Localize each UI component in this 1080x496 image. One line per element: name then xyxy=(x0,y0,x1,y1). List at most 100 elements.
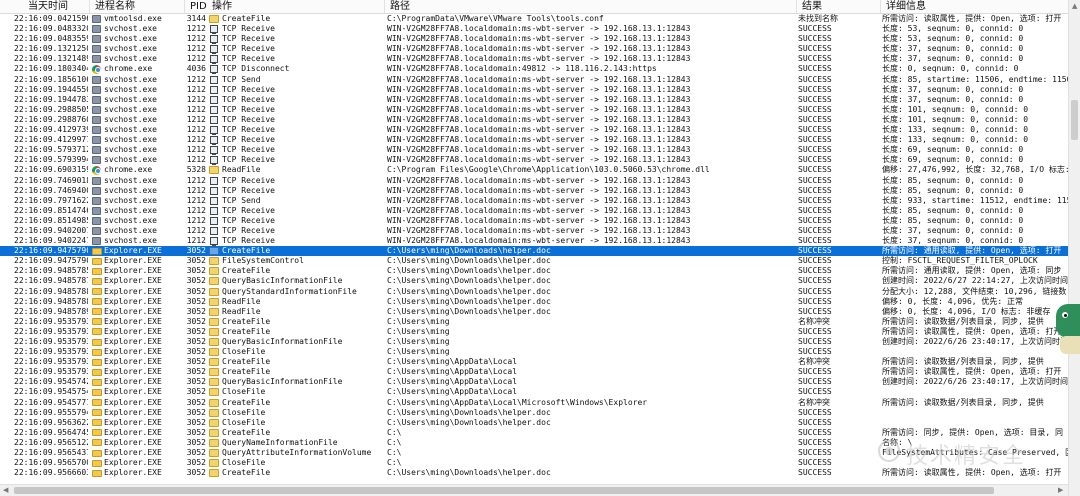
cell-time: 22:16:09.9402247 xyxy=(14,236,88,246)
column-header-process[interactable]: 进程名称 xyxy=(95,0,135,13)
column-divider[interactable] xyxy=(796,0,797,13)
horizontal-scroll-thumb[interactable] xyxy=(14,487,994,494)
cell-path: C:\Users\ming xyxy=(387,316,450,326)
cell-detail: 长度: 37, seqnum: 0, connid: 0 xyxy=(882,84,1024,94)
table-row[interactable]: 22:16:09.9565437 Explorer.EXE 3052 QueryAtt… xyxy=(0,448,1068,458)
table-row[interactable]: 22:16:09.9485785 Explorer.EXE 3052 CreateFi… xyxy=(0,266,1068,276)
cell-process: Explorer.EXE xyxy=(104,377,162,387)
cell-time: 22:16:09.7469018 xyxy=(14,175,88,185)
table-row[interactable]: 22:16:09.9545754 Explorer.EXE 3052 CloseFil… xyxy=(0,387,1068,397)
cell-path: WIN-V2GM28FF7A8.localdomain:ms-wbt-serve… xyxy=(387,175,691,185)
table-row[interactable]: 22:16:09.9545771 Explorer.EXE 3052 CreateFi… xyxy=(0,398,1068,408)
cell-detail: 长度: 37, seqnum: 0, connid: 0 xyxy=(882,225,1024,235)
file-icon xyxy=(209,438,219,447)
cell-pid: 1212 xyxy=(186,104,206,114)
table-row[interactable]: 22:16:09.0421596 vmtoolsd.exe 3144 CreateFi… xyxy=(0,14,1068,24)
cell-result: SUCCESS xyxy=(798,337,832,346)
cell-time: 22:16:09.9535793 xyxy=(14,326,88,336)
table-row[interactable]: 22:16:09.1944550 svchost.exe 1212 TCP Recei… xyxy=(0,85,1068,95)
table-row[interactable]: 22:16:09.9564745 Explorer.EXE 3052 CreateFi… xyxy=(0,428,1068,438)
vertical-scrollbar[interactable]: ▲ xyxy=(1068,0,1080,496)
cell-process: svchost.exe xyxy=(104,195,157,205)
table-row[interactable]: 22:16:09.9563622 Explorer.EXE 3052 CloseFil… xyxy=(0,418,1068,428)
horizontal-scrollbar[interactable]: ◀ ▶ xyxy=(0,484,1068,496)
table-row[interactable]: 22:16:09.0483320 svchost.exe 1212 TCP Recei… xyxy=(0,24,1068,34)
cell-result: SUCCESS xyxy=(798,84,832,94)
column-divider[interactable] xyxy=(89,0,90,13)
column-header-pid[interactable]: PID xyxy=(190,0,207,13)
cell-result: SUCCESS xyxy=(798,448,832,458)
cell-pid: 3052 xyxy=(186,407,206,417)
table-row[interactable]: 22:16:09.1944783 svchost.exe 1212 TCP Recei… xyxy=(0,95,1068,105)
table-row[interactable]: 22:16:09.9555794 Explorer.EXE 3052 CloseFil… xyxy=(0,408,1068,418)
table-row[interactable]: 22:16:09.9485787 Explorer.EXE 3052 QueryBas… xyxy=(0,276,1068,286)
table-row[interactable]: 22:16:09.6903159 chrome.exe 5328 ReadFile C:… xyxy=(0,165,1068,175)
cell-path: WIN-V2GM28FF7A8.localdomain:ms-wbt-serve… xyxy=(387,225,691,235)
table-row-selected[interactable]: 22:16:09.9475790 Explorer.EXE 3052 CreateFi… xyxy=(0,246,1068,257)
cell-detail: 长度: 53, seqnum: 0, connid: 0 xyxy=(882,34,1024,44)
table-row[interactable]: 22:16:09.4129739 svchost.exe 1212 TCP Recei… xyxy=(0,125,1068,135)
table-row[interactable]: 22:16:09.2988505 svchost.exe 1212 TCP Recei… xyxy=(0,105,1068,115)
table-row[interactable]: 22:16:09.5793712 svchost.exe 1212 TCP Recei… xyxy=(0,145,1068,155)
column-divider[interactable] xyxy=(384,0,385,13)
cell-operation: TCP Receive xyxy=(222,175,275,185)
table-row[interactable]: 22:16:09.9535793 Explorer.EXE 3052 CreateFi… xyxy=(0,327,1068,337)
explorer-icon xyxy=(91,277,102,286)
table-row[interactable]: 22:16:09.8514746 svchost.exe 1212 TCP Recei… xyxy=(0,206,1068,216)
scroll-left-icon[interactable]: ◀ xyxy=(3,485,8,495)
file-icon xyxy=(209,378,219,387)
table-row[interactable]: 22:16:09.9535793 Explorer.EXE 3052 CreateFi… xyxy=(0,367,1068,377)
cell-time: 22:16:09.9555794 xyxy=(14,407,88,417)
table-row[interactable]: 22:16:09.9485789 Explorer.EXE 3052 ReadFile… xyxy=(0,307,1068,317)
scroll-up-icon[interactable]: ▲ xyxy=(1072,1,1077,11)
column-header-detail[interactable]: 详细信息 xyxy=(886,0,926,13)
table-row[interactable]: 22:16:09.2988760 svchost.exe 1212 TCP Recei… xyxy=(0,115,1068,125)
table-row[interactable]: 22:16:09.9402247 svchost.exe 1212 TCP Recei… xyxy=(0,236,1068,246)
table-row[interactable]: 22:16:09.1321489 svchost.exe 1212 TCP Recei… xyxy=(0,54,1068,64)
cell-time: 22:16:09.9563622 xyxy=(14,417,88,427)
column-divider[interactable] xyxy=(184,0,185,13)
table-row[interactable]: 22:16:09.9565122 Explorer.EXE 3052 QueryNam… xyxy=(0,438,1068,448)
cell-path: WIN-V2GM28FF7A8.localdomain:ms-wbt-serve… xyxy=(387,125,691,135)
column-header-operation[interactable]: 操作 xyxy=(212,0,232,13)
table-row[interactable]: 22:16:09.8514985 svchost.exe 1212 TCP Recei… xyxy=(0,216,1068,226)
table-row[interactable]: 22:16:09.7469018 svchost.exe 1212 TCP Recei… xyxy=(0,176,1068,186)
cell-time: 22:16:09.1803404 xyxy=(14,64,88,74)
table-row[interactable]: 22:16:09.9485788 Explorer.EXE 3052 QuerySta… xyxy=(0,287,1068,297)
table-row[interactable]: 22:16:09.9535793 Explorer.EXE 3052 QueryBas… xyxy=(0,337,1068,347)
table-row[interactable]: 22:16:09.5793994 svchost.exe 1212 TCP Recei… xyxy=(0,155,1068,165)
table-row[interactable]: 22:16:09.9566603 Explorer.EXE 3052 CreateFi… xyxy=(0,468,1068,478)
column-header-time[interactable]: 当天时间 xyxy=(28,0,68,13)
cell-time: 22:16:09.9535793 xyxy=(14,367,88,377)
column-divider[interactable] xyxy=(880,0,881,13)
cell-pid: 1212 xyxy=(186,84,206,94)
cell-path: WIN-V2GM28FF7A8.localdomain:ms-wbt-serve… xyxy=(387,104,691,114)
table-row[interactable]: 22:16:09.9475790 Explorer.EXE 3052 FileSyst… xyxy=(0,256,1068,266)
table-row[interactable]: 22:16:09.9402007 svchost.exe 1212 TCP Recei… xyxy=(0,226,1068,236)
table-row[interactable]: 22:16:09.7469400 svchost.exe 1212 TCP Recei… xyxy=(0,186,1068,196)
table-row[interactable]: 22:16:09.9485788 Explorer.EXE 3052 ReadFile… xyxy=(0,297,1068,307)
column-header-path[interactable]: 路径 xyxy=(390,0,410,13)
table-row[interactable]: 22:16:09.7971622 svchost.exe 1212 TCP Send W… xyxy=(0,196,1068,206)
table-row[interactable]: 22:16:09.1856106 svchost.exe 1212 TCP Send W… xyxy=(0,75,1068,85)
cell-time: 22:16:09.0421596 xyxy=(14,14,88,23)
column-header-result[interactable]: 结果 xyxy=(802,0,822,13)
cell-pid: 3052 xyxy=(186,266,206,276)
vertical-scroll-thumb[interactable] xyxy=(1071,100,1078,140)
table-row[interactable]: 22:16:09.9565700 Explorer.EXE 3052 CloseFil… xyxy=(0,458,1068,468)
table-row[interactable]: 22:16:09.9535793 Explorer.EXE 3052 CreateFi… xyxy=(0,317,1068,327)
cell-time: 22:16:09.1321250 xyxy=(14,44,88,54)
table-row[interactable]: 22:16:09.9535793 Explorer.EXE 3052 CloseFil… xyxy=(0,347,1068,357)
cell-detail: 长度: 85, seqnum: 0, connid: 0 xyxy=(882,185,1024,195)
table-row[interactable]: 22:16:09.1803404 chrome.exe 4036 TCP Discon… xyxy=(0,64,1068,74)
cell-detail: 所需访问: 读取属性, 提供: Open, 选项: 打开 xyxy=(882,14,1062,23)
scroll-right-icon[interactable]: ▶ xyxy=(1058,485,1063,495)
table-row[interactable]: 22:16:09.4129977 svchost.exe 1212 TCP Recei… xyxy=(0,135,1068,145)
table-row[interactable]: 22:16:09.1321250 svchost.exe 1212 TCP Recei… xyxy=(0,44,1068,54)
cell-time: 22:16:09.7469400 xyxy=(14,185,88,195)
network-icon xyxy=(209,146,219,155)
table-row[interactable]: 22:16:09.9535793 Explorer.EXE 3052 CreateFi… xyxy=(0,357,1068,367)
table-row[interactable]: 22:16:09.9545742 Explorer.EXE 3052 QueryBas… xyxy=(0,377,1068,387)
table-row[interactable]: 22:16:09.0483559 svchost.exe 1212 TCP Recei… xyxy=(0,34,1068,44)
cell-pid: 3052 xyxy=(186,448,206,458)
